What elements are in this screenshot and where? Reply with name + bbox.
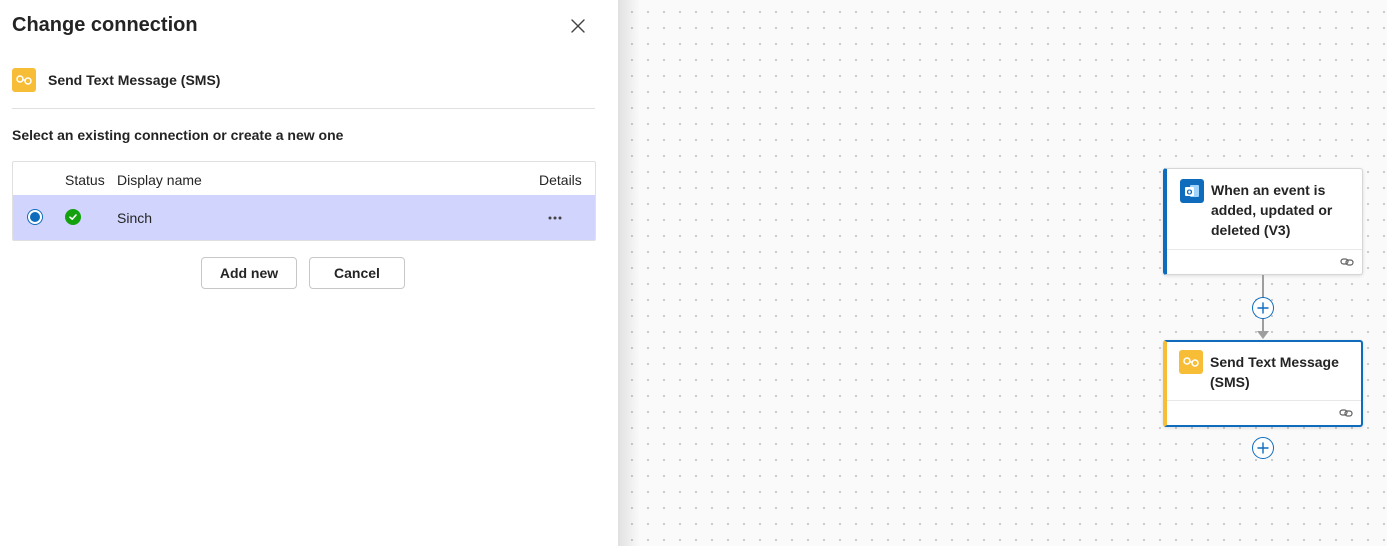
add-step-button[interactable] <box>1252 437 1274 459</box>
sms-connector-icon <box>12 68 36 92</box>
sms-connector-icon <box>1179 350 1203 374</box>
svg-text:O: O <box>1187 188 1193 196</box>
flow-canvas[interactable]: O When an event is added, updated or del… <box>618 0 1387 546</box>
change-connection-panel: Change connection Send Text Message (SMS… <box>0 0 618 546</box>
column-header-details: Details <box>539 172 582 188</box>
divider <box>12 108 595 109</box>
trigger-card[interactable]: O When an event is added, updated or del… <box>1163 168 1363 275</box>
connections-table: Status Display name Details Sinch <box>12 161 596 241</box>
connection-radio[interactable] <box>27 209 43 225</box>
action-card-title: Send Text Message (SMS) <box>1210 354 1339 390</box>
status-connected-icon <box>65 209 81 225</box>
app-root: Change connection Send Text Message (SMS… <box>0 0 1387 546</box>
add-new-button[interactable]: Add new <box>201 257 297 289</box>
card-footer <box>1167 400 1361 425</box>
close-button[interactable] <box>564 12 592 40</box>
column-header-status: Status <box>65 172 105 188</box>
action-header: Send Text Message (SMS) <box>12 67 220 93</box>
table-header: Status Display name Details <box>13 162 595 195</box>
connection-display-name: Sinch <box>117 210 153 226</box>
action-name: Send Text Message (SMS) <box>48 72 221 88</box>
flow-arrow-icon <box>1257 331 1269 339</box>
cancel-button[interactable]: Cancel <box>309 257 405 289</box>
radio-selected-dot <box>30 212 40 222</box>
insert-step-button[interactable] <box>1252 297 1274 319</box>
panel-title: Change connection <box>12 14 198 36</box>
column-header-display-name: Display name <box>117 172 202 188</box>
card-footer <box>1167 249 1362 274</box>
action-card[interactable]: Send Text Message (SMS) <box>1163 340 1363 427</box>
link-icon <box>1340 255 1354 269</box>
outlook-calendar-icon: O <box>1180 179 1204 203</box>
connection-instructions: Select an existing connection or create … <box>12 127 344 143</box>
plus-icon <box>1257 442 1269 454</box>
more-horizontal-icon <box>548 216 562 220</box>
link-icon <box>1339 406 1353 420</box>
trigger-card-title: When an event is added, updated or delet… <box>1211 182 1333 238</box>
plus-icon <box>1257 302 1269 314</box>
panel-shadow <box>618 0 640 546</box>
close-icon <box>571 19 585 33</box>
connection-details-button[interactable] <box>543 207 567 229</box>
table-row[interactable]: Sinch <box>13 195 595 240</box>
